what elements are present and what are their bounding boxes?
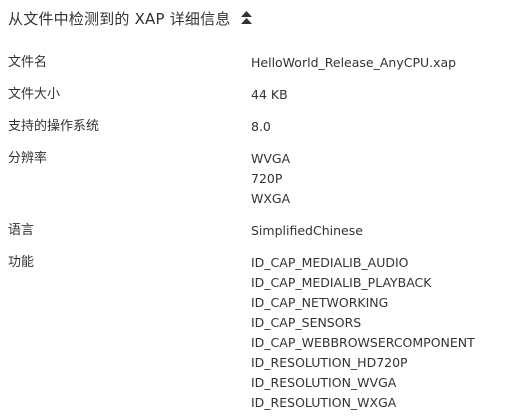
chevron-double-up-icon[interactable] bbox=[240, 11, 252, 25]
language-text: SimplifiedChinese bbox=[251, 223, 363, 238]
capability-item: ID_CAP_MEDIALIB_AUDIO bbox=[251, 255, 409, 270]
capability-item: ID_CAP_MEDIALIB_PLAYBACK bbox=[251, 275, 432, 290]
supported-os-text: 8.0 bbox=[251, 119, 271, 134]
supported-os-value: 8.0 bbox=[251, 117, 271, 137]
file-size-text: 44 KB bbox=[251, 87, 288, 102]
capability-item: ID_CAP_WEBBROWSERCOMPONENT bbox=[251, 335, 475, 350]
xap-details-header[interactable]: 从文件中检测到的 XAP 详细信息 bbox=[8, 6, 252, 30]
resolution-values: WVGA 720P WXGA bbox=[251, 149, 290, 209]
capability-item: ID_CAP_SENSORS bbox=[251, 315, 362, 330]
file-name-value: HelloWorld_Release_AnyCPU.xap bbox=[251, 53, 456, 73]
language-value: SimplifiedChinese bbox=[251, 221, 363, 241]
resolution-item: 720P bbox=[251, 171, 283, 186]
capabilities-values: ID_CAP_MEDIALIB_AUDIO ID_CAP_MEDIALIB_PL… bbox=[251, 253, 475, 413]
file-size-label: 文件大小 bbox=[8, 87, 61, 102]
capability-item: ID_RESOLUTION_HD720P bbox=[251, 355, 408, 370]
capabilities-label: 功能 bbox=[8, 255, 35, 270]
file-name-label: 文件名 bbox=[8, 55, 48, 70]
xap-details-title: 从文件中检测到的 XAP 详细信息 bbox=[8, 9, 231, 28]
file-size-value: 44 KB bbox=[251, 85, 288, 105]
resolution-label: 分辨率 bbox=[8, 151, 48, 166]
capability-item: ID_CAP_NETWORKING bbox=[251, 295, 389, 310]
resolution-item: WVGA bbox=[251, 151, 291, 166]
capability-item: ID_RESOLUTION_WXGA bbox=[251, 395, 397, 410]
file-name-text: HelloWorld_Release_AnyCPU.xap bbox=[251, 55, 457, 70]
supported-os-label: 支持的操作系统 bbox=[8, 119, 100, 134]
resolution-item: WXGA bbox=[251, 191, 291, 206]
language-label: 语言 bbox=[8, 223, 35, 238]
capability-item: ID_RESOLUTION_WVGA bbox=[251, 375, 397, 390]
